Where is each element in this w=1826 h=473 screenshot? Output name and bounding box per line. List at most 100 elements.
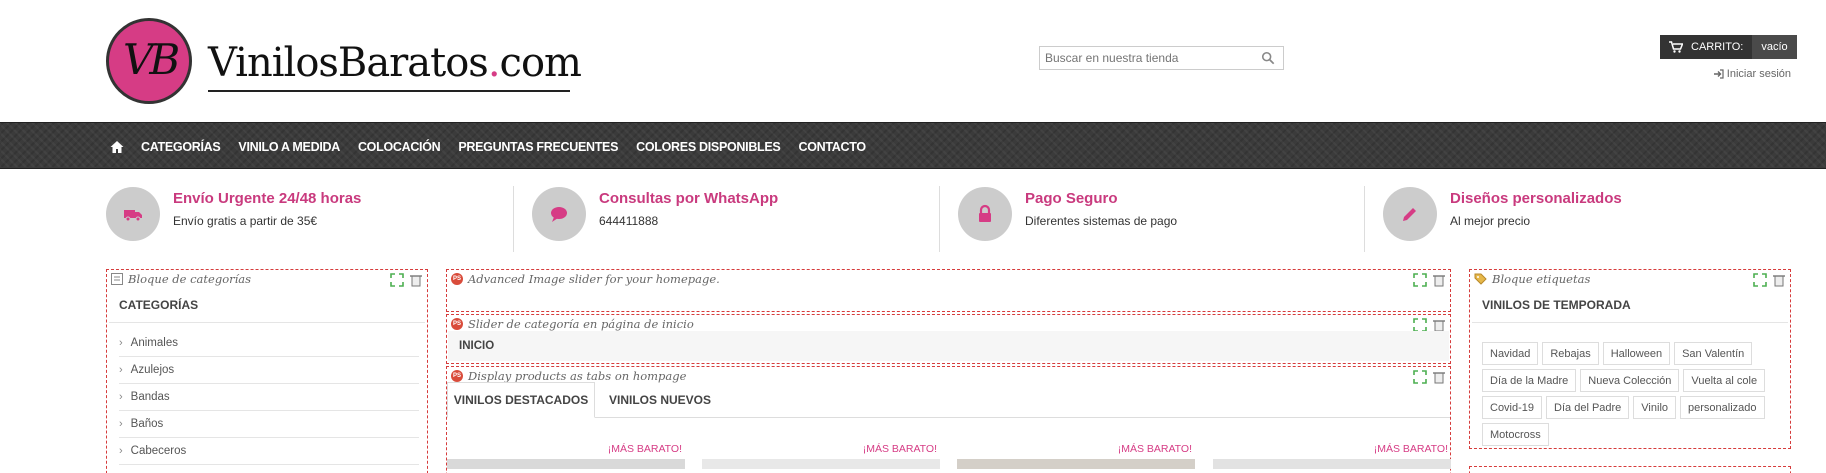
main-nav: CATEGORÍAS VINILO A MEDIDA COLOCACIÓN PR… [0,122,1826,169]
cart-icon [1669,41,1683,53]
search-icon[interactable] [1261,51,1275,65]
chevron-right-icon: › [119,445,123,457]
sale-badge: ¡MÁS BARATO! [1373,443,1448,455]
expand-icon[interactable] [1413,318,1427,332]
module-caption: PS Advanced Image slider for your homepa… [451,272,720,286]
tab-vinilos-nuevos[interactable]: VINILOS NUEVOS [595,382,725,418]
feature-subtitle: Diferentes sistemas de pago [1025,214,1178,228]
image-slider-module: PS Advanced Image slider for your homepa… [446,269,1451,312]
feature-divider [1364,186,1365,252]
search-input[interactable] [1040,47,1250,69]
tag-link[interactable]: Vuelta al cole [1683,369,1766,392]
nav-item-colores-disponibles[interactable]: COLORES DISPONIBLES [636,140,781,154]
tag-cloud: Navidad Rebajas Halloween San Valentín D… [1482,342,1782,446]
prestashop-icon: PS [451,273,463,285]
trash-icon[interactable] [1432,318,1446,332]
feature-icon-circle [1383,187,1437,241]
feature-title: Envío Urgente 24/48 horas [173,190,362,207]
feature-icon-circle [958,187,1012,241]
logo-wordmark: VinilosBaratos.com [208,40,582,86]
tag-link[interactable]: Covid-19 [1482,396,1543,419]
trash-icon[interactable] [409,273,423,287]
product-card[interactable]: ¡MÁS BARATO! [702,443,940,469]
category-item[interactable]: › Azulejos [119,357,419,384]
pencil-icon [1403,208,1416,221]
category-slider-title: INICIO [459,340,495,352]
tag-link[interactable]: Motocross [1482,423,1549,446]
site-logo[interactable]: VB VinilosBaratos.com [106,18,582,104]
tag-link[interactable]: Halloween [1602,342,1671,365]
module-caption: Bloque etiquetas [1474,272,1590,286]
expand-icon[interactable] [390,273,404,287]
categories-module: Bloque de categorías CATEGORÍAS › Animale… [106,269,428,473]
divider [109,322,425,323]
nav-item-vinilo-a-medida[interactable]: VINILO A MEDIDA [238,140,340,154]
tag-link[interactable]: San Valentín [1674,342,1753,365]
expand-icon[interactable] [1413,273,1427,287]
module-caption: PS Slider de categoría en página de inic… [451,317,694,331]
tag-link[interactable]: Navidad [1482,342,1539,365]
prestashop-icon: PS [451,318,463,330]
tag-icon [1474,273,1487,285]
category-item[interactable]: › Animales [119,330,419,357]
tag-link[interactable]: personalizado [1680,396,1765,419]
category-item[interactable]: › Cabeceros [119,438,419,465]
sale-badge: ¡MÁS BARATO! [1117,443,1192,455]
category-label: Cabeceros [130,445,187,457]
category-label: Baños [130,418,164,430]
feature-icon-circle [106,187,160,241]
category-item[interactable]: › Bandas [119,384,419,411]
tag-link[interactable]: Día de la Madre [1482,369,1577,392]
logo-badge: VB [106,18,192,104]
module-caption: Bloque de categorías [111,272,251,286]
tag-link[interactable]: Día del Padre [1546,396,1630,419]
features-bar: Envío Urgente 24/48 horas Envío gratis a… [106,184,1790,254]
trash-icon[interactable] [1772,273,1786,287]
nav-item-preguntas-frecuentes[interactable]: PREGUNTAS FRECUENTES [458,140,618,154]
logo-text-dot: . [487,40,501,86]
truck-icon [124,210,142,222]
site-header: VB VinilosBaratos.com CARRITO: vacío Ini… [0,0,1826,122]
tags-module: Bloque etiquetas VINILOS DE TEMPORADA Na… [1469,269,1791,449]
product-card[interactable]: ¡MÁS BARATO! [1213,443,1451,469]
prestashop-icon: PS [451,370,463,382]
category-label: Azulejos [130,364,175,376]
product-card[interactable]: ¡MÁS BARATO! [447,443,685,469]
tag-link[interactable]: Vinilo [1633,396,1677,419]
trash-icon[interactable] [1432,273,1446,287]
nav-item-categorias[interactable]: CATEGORÍAS [141,140,221,154]
cart-status: vacío [1752,35,1797,59]
product-image[interactable] [447,459,685,469]
tags-title: VINILOS DE TEMPORADA [1482,298,1631,312]
login-link[interactable]: Iniciar sesión [1713,68,1791,80]
feature-divider [513,186,514,252]
feature-icon-circle [532,187,586,241]
module-caption-text: Slider de categoría en página de inicio [468,317,694,331]
expand-icon[interactable] [1753,273,1767,287]
tag-link[interactable]: Nueva Colección [1580,369,1680,392]
product-image[interactable] [1213,459,1451,469]
divider [1472,322,1788,323]
category-slider-module: PS Slider de categoría en página de inic… [446,314,1451,364]
logo-text-main: VinilosBaratos [208,40,489,86]
next-module [1469,466,1791,473]
nav-items: CATEGORÍAS VINILO A MEDIDA COLOCACIÓN PR… [110,123,884,170]
category-item[interactable]: › Baños [119,411,419,438]
feature-divider [939,186,940,252]
home-icon[interactable] [110,140,124,154]
product-image[interactable] [702,459,940,469]
lock-icon [979,204,991,222]
cart-button[interactable]: CARRITO: vacío [1660,35,1797,59]
feature-title: Diseños personalizados [1450,190,1622,207]
sign-in-icon [1713,69,1724,79]
product-image[interactable] [957,459,1195,469]
chevron-right-icon: › [119,418,123,430]
cart-label: CARRITO: [1691,41,1744,53]
tag-link[interactable]: Rebajas [1542,342,1599,365]
nav-item-contacto[interactable]: CONTACTO [798,140,866,154]
tab-vinilos-destacados[interactable]: VINILOS DESTACADOS [447,382,595,418]
product-card[interactable]: ¡MÁS BARATO! [957,443,1195,469]
category-label: Bandas [130,391,170,403]
nav-item-colocacion[interactable]: COLOCACIÓN [358,140,441,154]
module-tools [1413,318,1446,332]
